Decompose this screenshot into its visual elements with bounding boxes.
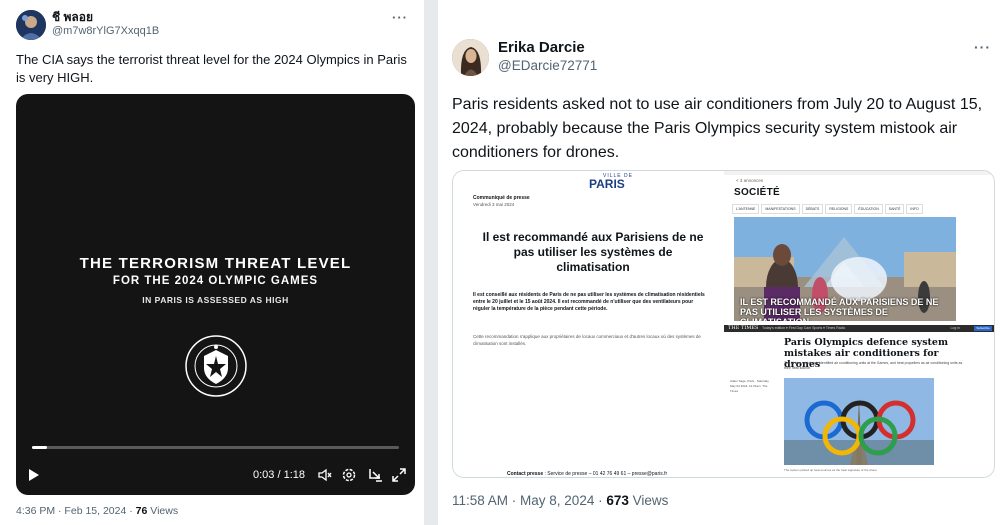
left-tweet-header: ชี พลอย @m7w8rYlG7Xxqq1B ··· (16, 10, 416, 40)
right-tweet-card: Erika Darcie @EDarcie72771 ··· Paris res… (438, 0, 1002, 525)
times-subscribe: Subscribe (974, 326, 992, 331)
section-tab: MANIFESTATIONS (761, 204, 800, 214)
views-count: 76 (135, 505, 148, 517)
section-tab: L'ANTENNE (732, 204, 760, 214)
times-login: Log in (950, 326, 960, 330)
contact-label: Contact presse (507, 471, 544, 477)
more-options-icon[interactable]: ··· (974, 39, 991, 55)
tweet-meta[interactable]: 4:36 PM · Feb 15, 2024 · 76 Views (16, 505, 178, 517)
news-top-bar (724, 171, 994, 175)
pip-icon[interactable] (367, 467, 383, 488)
photo-overlay-text: IL EST RECOMMANDÉ AUX PARISIENS DE NE PA… (740, 297, 939, 321)
paris-logo: PARIS (589, 177, 625, 191)
tweet-meta[interactable]: 11:58 AM · May 8, 2024 · 673 Views (452, 493, 668, 508)
fountain-photo: IL EST RECOMMANDÉ AUX PARISIENS DE NE PA… (734, 217, 956, 321)
video-progress-fill (32, 446, 47, 449)
cia-seal-icon (184, 334, 248, 398)
timestamp[interactable]: 4:36 PM · Feb 15, 2024 · (16, 505, 136, 517)
views-label: Views (628, 493, 669, 508)
video-title-line-2: FOR THE 2024 OLYMPIC GAMES (112, 275, 319, 287)
user-handle[interactable]: @EDarcie72771 (498, 57, 597, 75)
article-byline: Adam Sage, Paris · Saturday May 04 2024,… (730, 379, 769, 393)
left-tweet-card: ชี พลอย @m7w8rYlG7Xxqq1B ··· The CIA say… (0, 0, 424, 525)
views-count: 673 (606, 493, 629, 508)
video-title-line-1: THE TERRORISM THREAT LEVEL (79, 255, 352, 272)
tweet-text: The CIA says the terrorist threat level … (16, 52, 407, 85)
tweet-text: Paris residents asked not to use air con… (452, 96, 983, 161)
press-paragraph-2: Cette recommandation s'applique aux prop… (473, 334, 701, 346)
press-title: Il est recommandé aux Parisiens de ne pa… (482, 230, 704, 274)
divider (424, 0, 438, 525)
settings-icon[interactable] (341, 467, 357, 488)
section-tabs: L'ANTENNE MANIFESTATIONS DÉBATS RELIGION… (732, 204, 923, 214)
section-tab: RELIGIONS (825, 204, 853, 214)
avatar[interactable] (16, 10, 46, 40)
video-progress-bar[interactable] (32, 446, 399, 449)
views-label: Views (147, 505, 179, 517)
press-label: Communiqué de presse (473, 195, 530, 201)
display-name[interactable]: Erika Darcie (498, 39, 597, 57)
play-icon[interactable] (28, 468, 40, 487)
video-player[interactable]: THE TERRORISM THREAT LEVEL FOR THE 2024 … (16, 94, 415, 495)
photo-caption: The system picked up heat sources as the… (784, 468, 877, 472)
press-release-doc: VILLE DE PARIS Communiqué de presse Vend… (453, 171, 723, 477)
article-subhead: The AI has mistakenly identified air con… (784, 361, 963, 370)
news-screenshots: < 3 annonces SOCIÉTÉ L'ANTENNE MANIFESTA… (724, 171, 994, 477)
video-time: 0:03 / 1:18 (253, 469, 305, 481)
section-tab: DÉBATS (801, 204, 824, 214)
video-controls: 0:03 / 1:18 (16, 466, 415, 486)
avatar[interactable] (452, 39, 489, 76)
section-tab: SANTÉ (884, 204, 905, 214)
section-breadcrumb: < 3 annonces (736, 178, 764, 183)
video-title-line-3: IN PARIS IS ASSESSED AS HIGH (142, 295, 289, 305)
times-nav-bar: THE TIMES Today's edition ▾ First Day Ca… (724, 325, 994, 332)
press-date: Vendredi 3 mai 2024 (473, 202, 515, 207)
mute-icon[interactable] (317, 467, 333, 488)
right-tweet-header: Erika Darcie @EDarcie72771 ··· (452, 39, 997, 76)
times-nav-links: Today's edition ▾ First Day Cam Sports ▾… (762, 326, 846, 330)
press-paragraph-1: Il est conseillé aux résidents de Paris … (473, 292, 705, 312)
contact-text: : Service de presse – 01 42 76 49 61 – p… (543, 471, 668, 477)
timestamp[interactable]: 11:58 AM · May 8, 2024 · (452, 493, 606, 508)
section-title: SOCIÉTÉ (734, 187, 780, 198)
times-logo: THE TIMES (728, 325, 759, 331)
olympic-rings-photo (784, 378, 934, 465)
more-options-icon[interactable]: ··· (392, 10, 408, 25)
section-tab: ÉDUCATION (854, 204, 883, 214)
section-tab: INFO (906, 204, 923, 214)
press-contact: Contact presse : Service de presse – 01 … (507, 471, 667, 477)
display-name[interactable]: ชี พลอย (52, 10, 159, 24)
fullscreen-icon[interactable] (391, 467, 407, 488)
user-handle[interactable]: @m7w8rYlG7Xxqq1B (52, 24, 159, 38)
tweet-image[interactable]: VILLE DE PARIS Communiqué de presse Vend… (452, 170, 995, 478)
